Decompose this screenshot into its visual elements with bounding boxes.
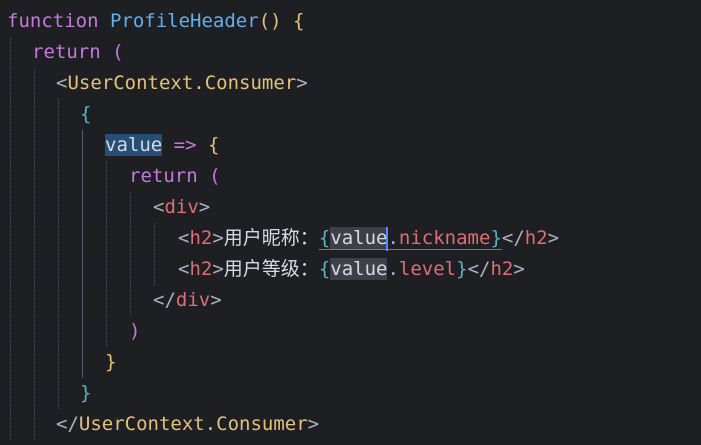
indent-guide — [58, 347, 59, 378]
indent-guide — [58, 378, 59, 409]
code-text: </UserContext.Consumer> — [56, 413, 320, 435]
indent-guide — [34, 254, 35, 285]
indent-guide — [10, 161, 11, 192]
code-text: </div> — [153, 289, 222, 311]
indent-guide — [34, 161, 35, 192]
code-text: } — [105, 351, 117, 373]
indent-guide — [34, 316, 35, 347]
code-text: <h2>用户昵称：{value.nickname}</h2> — [178, 226, 560, 251]
indent-guide — [34, 409, 35, 440]
code-text: <div> — [153, 196, 211, 218]
code-line-10[interactable]: </div> — [0, 285, 701, 316]
indent-guide-active — [82, 316, 83, 347]
indent-guide — [10, 223, 11, 254]
indent-guide — [58, 192, 59, 223]
code-line-14[interactable]: </UserContext.Consumer> — [0, 409, 701, 440]
indent-guide-active — [82, 130, 83, 161]
indent-guide — [58, 99, 59, 130]
code-line-7[interactable]: <div> — [0, 192, 701, 223]
code-text: <h2>用户等级：{value.level}</h2> — [178, 258, 525, 280]
indent-guide — [10, 285, 11, 316]
indent-guide — [34, 130, 35, 161]
indent-guide — [106, 223, 107, 254]
code-line-5[interactable]: value => { — [0, 130, 701, 161]
indent-guide — [10, 130, 11, 161]
code-editor[interactable]: function ProfileHeader() { return ( <Use… — [0, 0, 701, 445]
indent-guide — [34, 347, 35, 378]
indent-guide — [34, 378, 35, 409]
code-text: { — [80, 103, 92, 125]
indent-guide — [106, 316, 107, 347]
indent-guide — [106, 192, 107, 223]
identifier-occurrence: value — [330, 258, 388, 280]
indent-guide-active — [82, 254, 83, 285]
code-line-12[interactable]: } — [0, 347, 701, 378]
indent-guide — [58, 223, 59, 254]
indent-guide — [106, 254, 107, 285]
indent-guide — [34, 192, 35, 223]
indent-guide — [10, 99, 11, 130]
indent-guide — [106, 285, 107, 316]
code-text: } — [80, 382, 92, 404]
indent-guide — [58, 316, 59, 347]
code-line-3[interactable]: <UserContext.Consumer> — [0, 68, 701, 99]
indent-guide — [58, 130, 59, 161]
code-line-4[interactable]: { — [0, 99, 701, 130]
indent-guide — [58, 161, 59, 192]
indent-guide — [130, 192, 131, 223]
code-text: return ( — [129, 165, 221, 187]
code-text: value => { — [105, 134, 220, 156]
indent-guide — [34, 285, 35, 316]
indent-guide — [34, 68, 35, 99]
code-line-1[interactable]: function ProfileHeader() { — [0, 6, 701, 37]
indent-guide — [10, 409, 11, 440]
indent-guide — [10, 37, 11, 68]
indent-guide — [130, 285, 131, 316]
indent-guide — [130, 223, 131, 254]
code-text: function ProfileHeader() { — [7, 10, 305, 32]
indent-guide — [10, 316, 11, 347]
indent-guide — [10, 254, 11, 285]
code-line-9[interactable]: <h2>用户等级：{value.level}</h2> — [0, 254, 701, 285]
indent-guide — [10, 192, 11, 223]
code-line-6[interactable]: return ( — [0, 161, 701, 192]
code-line-11[interactable]: ) — [0, 316, 701, 347]
indent-guide — [10, 378, 11, 409]
indent-guide-active — [82, 223, 83, 254]
indent-guide-active — [82, 161, 83, 192]
indent-guide — [34, 223, 35, 254]
indent-guide — [58, 254, 59, 285]
indent-guide — [154, 223, 155, 254]
indent-guide — [154, 254, 155, 285]
identifier-occurrence: value — [330, 227, 388, 249]
code-line-8[interactable]: <h2>用户昵称：{value.nickname}</h2> — [0, 223, 701, 254]
indent-guide — [10, 68, 11, 99]
indent-guide-active — [82, 192, 83, 223]
indent-guide-active — [82, 285, 83, 316]
indent-guide — [34, 99, 35, 130]
code-line-13[interactable]: } — [0, 378, 701, 409]
code-text: return ( — [32, 41, 124, 63]
code-text: <UserContext.Consumer> — [56, 72, 308, 94]
code-text: ) — [129, 320, 141, 342]
code-line-2[interactable]: return ( — [0, 37, 701, 68]
indent-guide — [106, 161, 107, 192]
indent-guide — [58, 285, 59, 316]
selected-identifier: value — [105, 134, 163, 156]
indent-guide — [10, 347, 11, 378]
indent-guide — [130, 254, 131, 285]
indent-guide-active — [82, 347, 83, 378]
